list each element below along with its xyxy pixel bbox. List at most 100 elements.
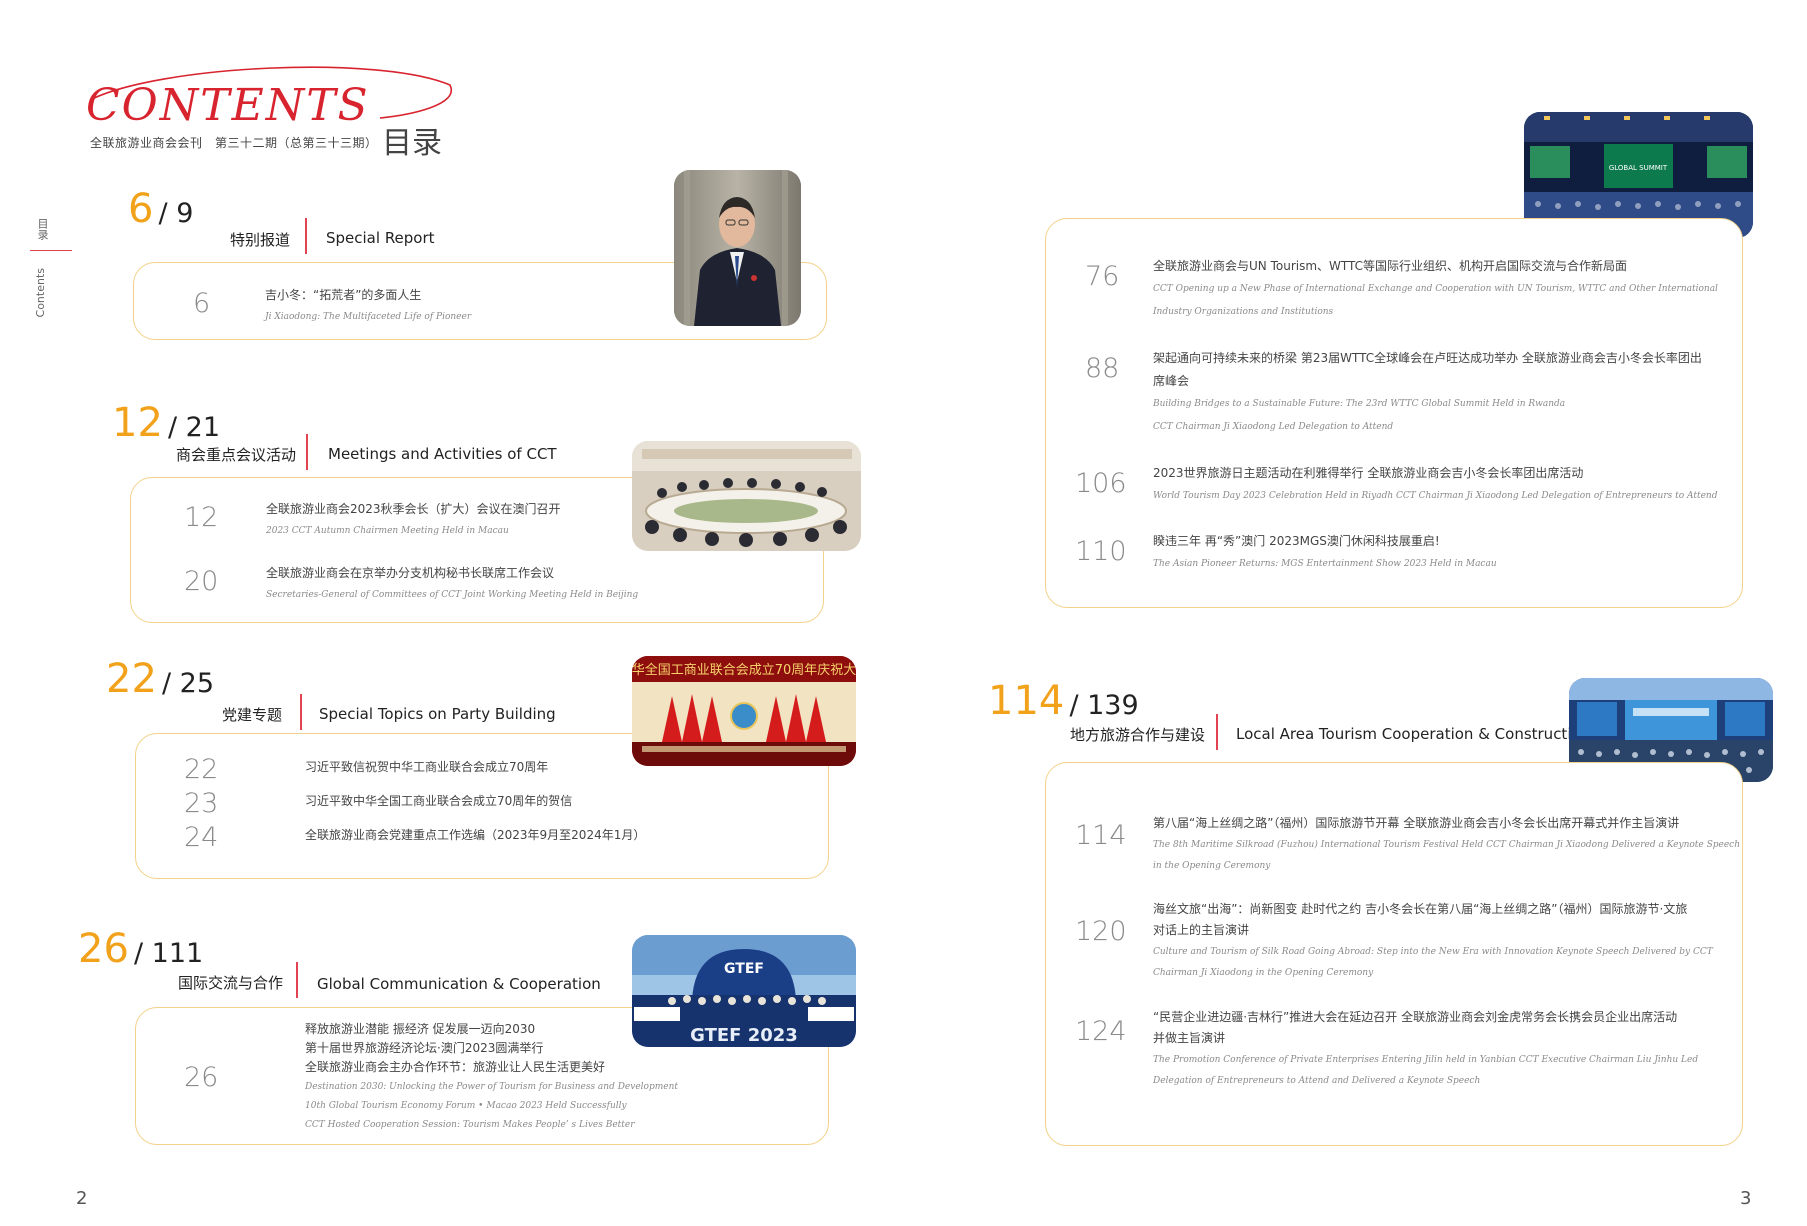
gtef-year-text: GTEF 2023 (690, 1025, 798, 1046)
section-divider (1216, 714, 1218, 750)
article-page-number: 120 (1075, 916, 1127, 947)
article-title-en: Secretaries-General of Committees of CCT… (266, 590, 639, 600)
gtef-forum-photo: GTEF GTEF 2023 (632, 935, 856, 1047)
section-meetings-range: 12 / 21 (112, 400, 220, 446)
article-title-zh: 对话上的主旨演讲 (1153, 923, 1250, 937)
section-global-range: 26 / 111 (78, 926, 203, 972)
article-title-en: in the Opening Ceremony (1153, 861, 1271, 871)
meeting-room-photo (632, 441, 861, 551)
section-start-page: 114 (988, 678, 1065, 724)
issue-subtitle: 全联旅游业商会会刊 第三十二期（总第三十三期） (90, 136, 378, 150)
section-special-report-en: Special Report (326, 229, 435, 247)
article-link[interactable]: 20 全联旅游业商会在京举办分支机构秘书长联席工作会议 Secretaries-… (130, 556, 690, 612)
article-page-number: 88 (1085, 353, 1120, 384)
article-link[interactable]: 12 全联旅游业商会2023秋季会长（扩大）会议在澳门召开 2023 CCT A… (130, 492, 690, 548)
article-title-en: The Promotion Conference of Private Ente… (1153, 1055, 1699, 1065)
section-end-page: / 9 (158, 198, 194, 229)
article-title-zh: 2023世界旅游日主题活动在利雅得举行 全联旅游业商会吉小冬会长率团出席活动 (1153, 466, 1584, 480)
article-link[interactable]: 110 睽违三年 再“秀”澳门 2023MGS澳门休闲科技展重启! The As… (1045, 530, 1735, 578)
section-start-page: 26 (78, 926, 129, 972)
article-title-zh: 习近平致中华全国工商业联合会成立70周年的贺信 (305, 794, 573, 808)
article-link[interactable]: 114 第八届“海上丝绸之路”（福州）国际旅游节开幕 全联旅游业商会吉小冬会长出… (1045, 812, 1740, 878)
section-party-building-range: 22 / 25 (106, 656, 214, 702)
article-title-en: CCT Chairman Ji Xiaodong Led Delegation … (1153, 422, 1394, 432)
article-page-number: 106 (1075, 468, 1127, 499)
portrait-photo (674, 170, 801, 326)
article-title-zh: 全联旅游业商会主办合作环节：旅游业让人民生活更美好 (305, 1060, 606, 1074)
gtef-logo-text: GTEF (724, 961, 764, 977)
article-page-number: 26 (184, 1062, 219, 1093)
article-link[interactable]: 6 吉小冬：“拓荒者”的多面人生 Ji Xiaodong: The Multif… (133, 262, 693, 340)
section-end-page: / 139 (1069, 690, 1139, 721)
section-special-report-zh: 特别报道 (230, 231, 291, 249)
section-start-page: 12 (112, 400, 163, 446)
section-start-page: 6 (128, 186, 154, 232)
mulu-heading: 目录 (382, 126, 442, 161)
party-congress-photo: 中华全国工商业联合会成立70周年庆祝大会 (632, 656, 856, 766)
page-number-left: 2 (76, 1188, 88, 1209)
article-title-zh: 全联旅游业商会在京举办分支机构秘书长联席工作会议 (266, 566, 555, 580)
article-title-zh: “民营企业进边疆·吉林行”推进大会在延边召开 全联旅游业商会刘金虎常务会长携会员… (1153, 1010, 1678, 1024)
article-page-number: 76 (1085, 261, 1120, 292)
section-end-page: / 111 (134, 938, 204, 969)
article-link[interactable]: 120 海丝文旅“出海”：尚新图变 赴时代之约 吉小冬会长在第八届“海上丝绸之路… (1045, 898, 1735, 988)
article-link[interactable]: 23 习近平致中华全国工商业联合会成立70周年的贺信 (135, 786, 695, 819)
article-title-zh: 吉小冬：“拓荒者”的多面人生 (265, 288, 422, 302)
article-title-en: Chairman Ji Xiaodong in the Opening Cere… (1153, 968, 1374, 978)
article-title-zh: 释放旅游业潜能 振经济 促发展一迈向2030 (305, 1022, 536, 1036)
article-link[interactable]: 124 “民营企业进边疆·吉林行”推进大会在延边召开 全联旅游业商会刘金虎常务会… (1045, 1006, 1735, 1096)
page-number-right: 3 (1740, 1188, 1752, 1209)
article-link[interactable]: 76 全联旅游业商会与UN Tourism、WTTC等国际行业组织、机构开启国际… (1045, 255, 1735, 325)
article-page-number: 24 (184, 822, 219, 853)
article-page-number: 6 (193, 288, 211, 319)
article-page-number: 114 (1075, 820, 1127, 851)
article-link[interactable]: 22 习近平致信祝贺中华工商业联合会成立70周年 (135, 752, 695, 785)
article-link[interactable]: 106 2023世界旅游日主题活动在利雅得举行 全联旅游业商会吉小冬会长率团出席… (1045, 462, 1735, 510)
side-tab-divider (30, 250, 72, 251)
side-tab-zh: 目录 (36, 218, 49, 240)
article-title-en: Ji Xiaodong: The Multifaceted Life of Pi… (265, 312, 472, 322)
section-special-report-range: 6 / 9 (128, 186, 193, 232)
article-title-zh: 架起通向可持续未来的桥梁 第23届WTTC全球峰会在卢旺达成功举办 全联旅游业商… (1153, 351, 1702, 365)
section-meetings-en: Meetings and Activities of CCT (328, 445, 557, 463)
article-title-zh: 海丝文旅“出海”：尚新图变 赴时代之约 吉小冬会长在第八届“海上丝绸之路”（福州… (1153, 902, 1688, 916)
article-link[interactable]: 24 全联旅游业商会党建重点工作选编（2023年9月至2024年1月） (135, 820, 695, 853)
section-local-range: 114 / 139 (988, 678, 1139, 724)
article-title-en: Culture and Tourism of Silk Road Going A… (1153, 947, 1713, 957)
section-end-page: / 25 (162, 668, 215, 699)
article-page-number: 20 (184, 566, 219, 597)
article-title-en: Building Bridges to a Sustainable Future… (1153, 399, 1566, 409)
article-title-zh: 并做主旨演讲 (1153, 1031, 1226, 1045)
section-global-zh: 国际交流与合作 (178, 974, 284, 992)
article-title-zh: 睽违三年 再“秀”澳门 2023MGS澳门休闲科技展重启! (1153, 534, 1440, 548)
article-title-en: The Asian Pioneer Returns: MGS Entertain… (1153, 559, 1497, 569)
article-page-number: 12 (184, 502, 219, 533)
section-local-en: Local Area Tourism Cooperation & Constru… (1236, 725, 1591, 743)
section-divider (305, 218, 307, 254)
article-page-number: 22 (184, 754, 219, 785)
section-party-building-zh: 党建专题 (222, 706, 283, 724)
contents-heading: CONTENTS (86, 80, 370, 131)
article-title-en: Industry Organizations and Institutions (1153, 307, 1334, 317)
article-title-en: Delegation of Entrepreneurs to Attend an… (1153, 1076, 1481, 1086)
article-page-number: 110 (1075, 536, 1127, 567)
section-local-zh: 地方旅游合作与建设 (1070, 726, 1206, 744)
section-end-page: / 21 (168, 412, 221, 443)
article-title-zh: 习近平致信祝贺中华工商业联合会成立70周年 (305, 760, 549, 774)
section-start-page: 22 (106, 656, 157, 702)
article-title-zh: 第十届世界旅游经济论坛·澳门2023圆满举行 (305, 1041, 544, 1055)
article-title-en: Destination 2030: Unlocking the Power of… (305, 1082, 678, 1092)
banner-text: 中华全国工商业联合会成立70周年庆祝大会 (632, 662, 856, 678)
section-divider (306, 434, 308, 470)
article-link[interactable]: 26 释放旅游业潜能 振经济 促发展一迈向2030 第十届世界旅游经济论坛·澳门… (135, 1020, 695, 1138)
article-title-en: CCT Hosted Cooperation Session: Tourism … (305, 1120, 635, 1130)
article-title-en: The 8th Maritime Silkroad (Fuzhou) Inter… (1153, 840, 1741, 850)
article-title-zh: 第八届“海上丝绸之路”（福州）国际旅游节开幕 全联旅游业商会吉小冬会长出席开幕式… (1153, 816, 1680, 830)
article-link[interactable]: 88 架起通向可持续未来的桥梁 第23届WTTC全球峰会在卢旺达成功举办 全联旅… (1045, 347, 1735, 439)
article-page-number: 23 (184, 788, 219, 819)
article-title-en: World Tourism Day 2023 Celebration Held … (1153, 491, 1718, 501)
section-divider (300, 694, 302, 730)
article-title-zh: 席峰会 (1153, 374, 1190, 388)
section-meetings-zh: 商会重点会议活动 (176, 446, 297, 464)
stage-screen-text: GLOBAL SUMMIT (1609, 164, 1668, 172)
